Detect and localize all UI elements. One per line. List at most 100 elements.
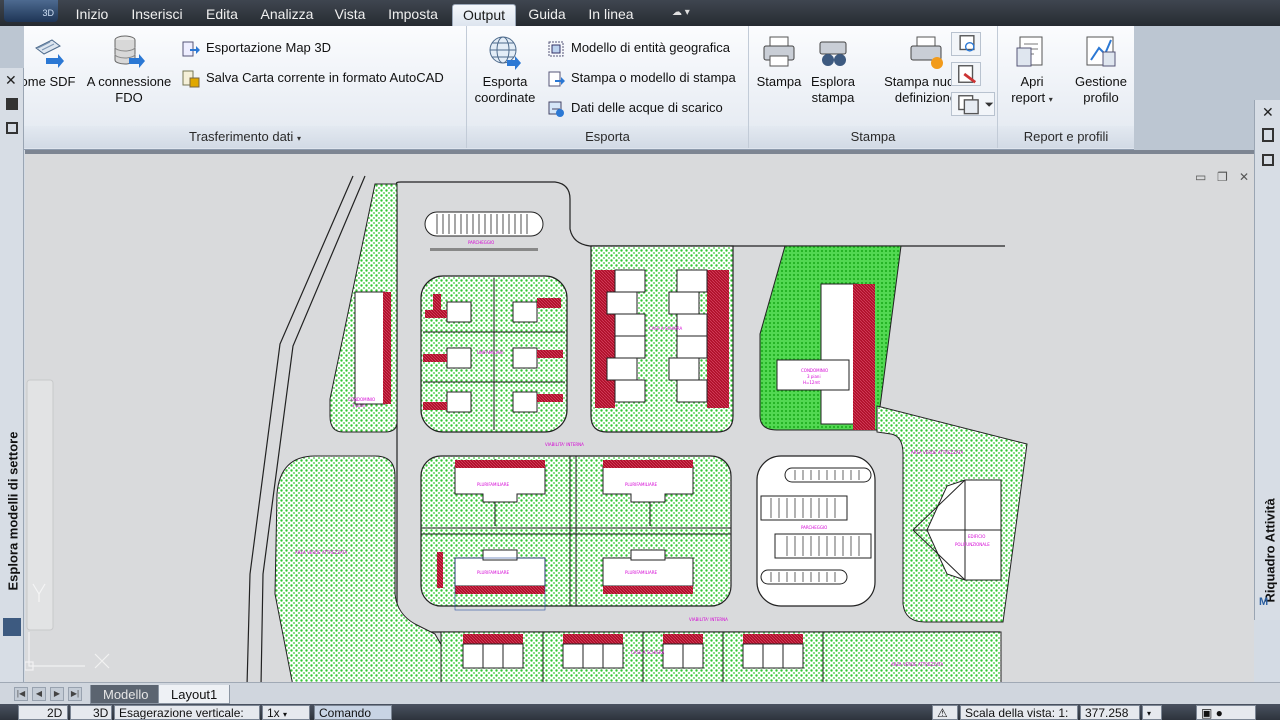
label-parcheggio-top: PARCHEGGIO [468, 240, 494, 245]
sdf-export-label: ome SDF [20, 74, 76, 89]
mode-2d-button[interactable]: 2D [18, 705, 68, 720]
print-button[interactable]: Stampa [753, 34, 805, 90]
globe-export-icon [489, 36, 521, 70]
sdf-export-button[interactable]: ome SDF [18, 34, 78, 90]
close-icon[interactable]: ✕ [1262, 104, 1274, 121]
map3d-export-button[interactable]: Esportazione Map 3D [182, 37, 331, 59]
profile-line2: profilo [1083, 90, 1119, 105]
save-map-label: Salva Carta corrente in formato AutoCAD [206, 70, 444, 85]
label-condominio-right-3: H=12mt [803, 380, 820, 385]
tab-output[interactable]: Output [452, 4, 516, 26]
tab-vista[interactable]: Vista [328, 4, 372, 26]
map3d-window: 3D Inizio Inserisci Edita Analizza Vista… [0, 0, 1280, 720]
tab-in-linea[interactable]: In linea [580, 4, 642, 26]
printer-new-icon [910, 36, 943, 69]
explore-print-button[interactable]: Esplora stampa [805, 34, 861, 106]
ribbon: ome SDF A connessione FDO Esportazione M… [0, 26, 1280, 150]
open-report-button[interactable]: Apri report ▾ [1004, 34, 1060, 108]
open-report-dropdown-icon[interactable]: ▾ [1049, 95, 1053, 104]
drawing-canvas[interactable]: ▭ ❐ ✕ CONDOMINIO 3 piani PARCHEGGIO UNIF… [25, 150, 1254, 682]
ribbon-body: ome SDF A connessione FDO Esportazione M… [21, 26, 1134, 150]
save-map-autocad-button[interactable]: Salva Carta corrente in formato AutoCAD [182, 67, 444, 89]
command-button[interactable]: Comando [314, 705, 392, 720]
panel-print-title: Stampa [749, 126, 997, 148]
panel-print: Stampa Esplora stampa Stampa nuova defin… [749, 26, 998, 148]
task-pane-map-icon[interactable]: M [1259, 596, 1277, 614]
drain-data-button[interactable]: Dati delle acque di scarico [547, 97, 723, 119]
fdo-label-line1: A connessione [86, 74, 172, 89]
print-model-button[interactable]: Stampa o modello di stampa [547, 67, 736, 89]
next-layout-icon[interactable]: ▶ [50, 687, 64, 701]
explore-print-line2: stampa [811, 90, 855, 105]
print-model-icon [548, 71, 565, 87]
print-preview-button[interactable] [951, 32, 981, 56]
online-services-dropdown[interactable]: ☁ ▾ [672, 7, 706, 21]
view-scale-input[interactable]: 377.258 [1080, 705, 1140, 720]
label-viabilita-1: VIABILITA' INTERNA [545, 442, 584, 447]
panel-reports-title: Report e profili [998, 126, 1134, 148]
tray-icons[interactable]: ▣ ● [1196, 705, 1256, 720]
tab-inizio[interactable]: Inizio [68, 4, 116, 26]
industry-model-explorer-palette: ✕ Esplora modelli di settore [0, 68, 24, 688]
fdo-label-line2: FDO [115, 90, 143, 105]
page-setup-icon [958, 65, 977, 84]
palette-autohide-icon[interactable] [1262, 128, 1274, 142]
mode-3d-button[interactable]: 3D [70, 705, 112, 720]
building-condominium-right [820, 283, 858, 425]
label-area-verde-right: AREA VERDE ATTREZZATA [911, 450, 964, 455]
publish-icon [958, 95, 994, 115]
label-condominio-left-1: CONDOMINIO [348, 397, 375, 402]
view-scale-label: Scala della vista: 1: [960, 705, 1078, 720]
export-coordinates-button[interactable]: Esporta coordinate [469, 34, 541, 106]
sdf-export-icon [35, 39, 64, 68]
status-bar: 2D 3D Esagerazione verticale: 1x ▾ Coman… [0, 704, 1280, 720]
drain-data-label: Dati delle acque di scarico [571, 100, 723, 115]
page-setup-button[interactable] [951, 62, 981, 86]
warning-icon[interactable]: ⚠ [932, 705, 958, 720]
navigation-bar-faded[interactable] [26, 379, 54, 631]
drain-data-icon [548, 101, 564, 117]
entity-model-button[interactable]: Modello di entità geografica [547, 37, 730, 59]
label-case-schiera-bottom: CASE A SCHIERA [631, 650, 665, 655]
tab-layout1[interactable]: Layout1 [158, 685, 231, 704]
print-label: Stampa [756, 74, 802, 89]
tab-imposta[interactable]: Imposta [380, 4, 446, 26]
prev-layout-icon[interactable]: ◀ [32, 687, 46, 701]
vertical-exaggeration-select[interactable]: 1x ▾ [262, 705, 310, 720]
panel-transfer-title-text: Trasferimento dati [189, 129, 294, 144]
first-layout-icon[interactable]: |◀ [14, 687, 28, 701]
tab-analizza[interactable]: Analizza [254, 4, 320, 26]
fdo-connection-button[interactable]: A connessione FDO [84, 34, 174, 106]
close-icon[interactable]: ✕ [5, 72, 17, 89]
tab-guida[interactable]: Guida [522, 4, 572, 26]
save-map-icon [182, 70, 200, 88]
tab-inserisci[interactable]: Inserisci [124, 4, 190, 26]
database-export-icon [114, 35, 145, 68]
vertical-exaggeration-label: Esagerazione verticale: [114, 705, 260, 720]
label-plurifam-1: PLURIFAMILIARE [477, 482, 510, 487]
view-scale-dropdown-icon[interactable]: ▾ [1142, 705, 1162, 720]
publish-dropdown[interactable] [951, 92, 995, 116]
parking-middle [756, 455, 876, 607]
mode-3d-label: 3D [93, 706, 109, 720]
site-plan-drawing: CONDOMINIO 3 piani PARCHEGGIO UNIFAMILIA… [25, 175, 1028, 682]
mode-2d-label: 2D [47, 706, 63, 720]
last-layout-icon[interactable]: ▶| [68, 687, 82, 701]
palette-properties-icon[interactable] [1262, 154, 1274, 166]
accent-red-left [383, 292, 391, 404]
label-condominio-right-1: CONDOMINIO [801, 368, 828, 373]
panel-transfer-title[interactable]: Trasferimento dati ▾ [24, 126, 466, 148]
panel-reports: Apri report ▾ Gestione profilo Report e … [998, 26, 1134, 148]
new-print-def-line2: definizione [894, 90, 958, 105]
manage-profile-button[interactable]: Gestione profilo [1068, 34, 1134, 106]
model-explorer-tab-icon[interactable] [3, 618, 21, 636]
palette-autohide-icon[interactable] [6, 98, 18, 110]
application-menu-button[interactable]: 3D [4, 0, 58, 22]
tab-model[interactable]: Modello [90, 685, 162, 704]
entity-model-icon [548, 41, 564, 57]
tab-edita[interactable]: Edita [198, 4, 246, 26]
task-pane-palette: ✕ Riquadro Attività M [1254, 100, 1280, 620]
panel-export: Esporta coordinate Modello di entità geo… [467, 26, 749, 148]
label-area-verde-bottom: AREA VERDE ATTREZZATA [891, 662, 944, 667]
palette-properties-icon[interactable] [6, 122, 18, 134]
